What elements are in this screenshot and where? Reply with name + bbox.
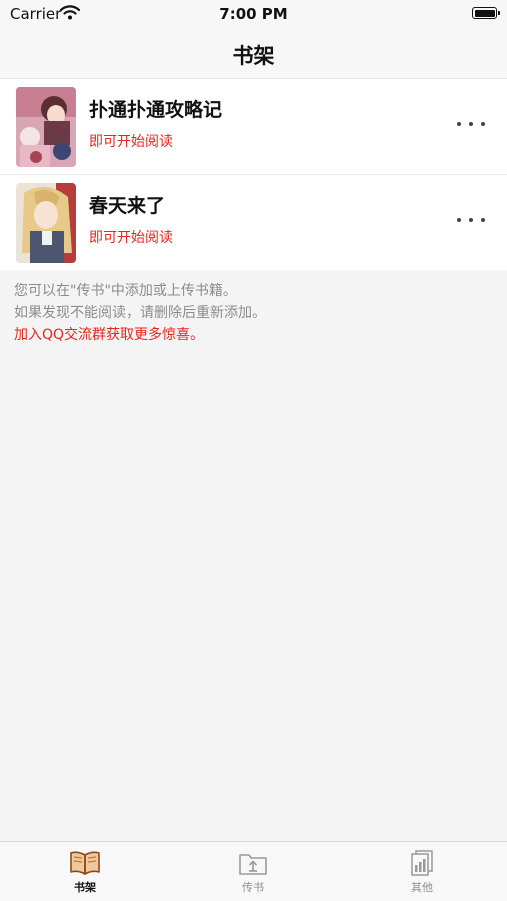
book-cover [16, 183, 76, 263]
chart-document-icon [411, 850, 433, 876]
help-notes: 您可以在"传书"中添加或上传书籍。 如果发现不能阅读，请删除后重新添加。 加入Q… [14, 280, 266, 346]
note-readd-hint: 如果发现不能阅读，请删除后重新添加。 [14, 305, 266, 321]
book-row[interactable]: 扑通扑通攻略记 即可开始阅读 [0, 79, 507, 175]
page-title: 书架 [232, 44, 275, 68]
book-status: 即可开始阅读 [89, 134, 173, 150]
book-status: 即可开始阅读 [89, 230, 173, 246]
upload-folder-icon [239, 854, 267, 875]
book-row[interactable]: 春天来了 即可开始阅读 [0, 175, 507, 270]
tab-upload[interactable]: 传书 [213, 850, 293, 895]
tab-label: 其他 [411, 881, 433, 894]
qq-group-link[interactable]: 加入QQ交流群获取更多惊喜。 [14, 324, 266, 346]
more-icon[interactable] [457, 215, 485, 225]
book-title: 扑通扑通攻略记 [89, 99, 223, 121]
tab-label: 传书 [242, 881, 264, 894]
more-icon[interactable] [457, 119, 485, 129]
book-cover [16, 87, 76, 167]
tab-label: 书架 [74, 881, 96, 894]
battery-icon [472, 7, 500, 19]
note-upload-hint: 您可以在"传书"中添加或上传书籍。 [14, 283, 237, 299]
tab-bar: 书架 传书 其他 [0, 841, 507, 901]
tab-bookshelf[interactable]: 书架 [45, 850, 125, 895]
status-bar: Carrier 7:00 PM [0, 0, 507, 28]
nav-bar: 书架 [0, 28, 507, 79]
book-list: 扑通扑通攻略记 即可开始阅读 春天来了 即可开始阅读 [0, 79, 507, 270]
tab-other[interactable]: 其他 [382, 850, 462, 895]
book-icon [70, 851, 100, 875]
status-time: 7:00 PM [219, 5, 288, 23]
book-title: 春天来了 [89, 195, 166, 217]
